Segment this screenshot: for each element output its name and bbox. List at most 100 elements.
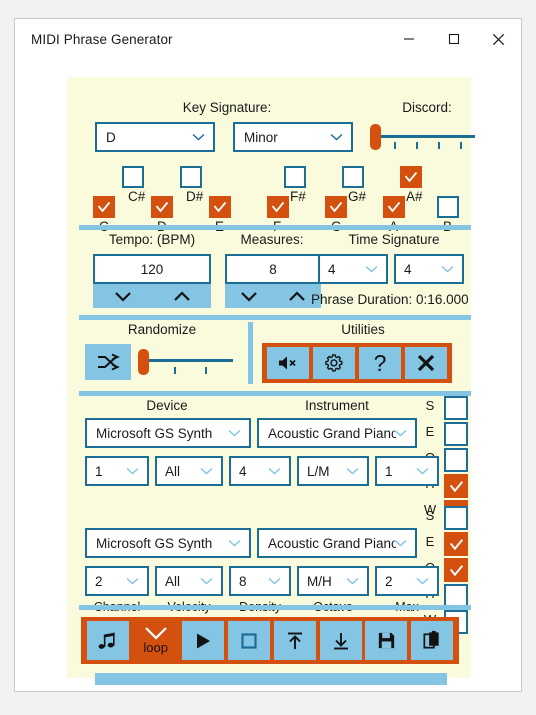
chevron-down-icon — [268, 577, 281, 585]
checkbox-box[interactable] — [400, 166, 422, 188]
track2-octave-dropdown[interactable]: M/H — [297, 566, 369, 596]
check-icon — [155, 201, 169, 213]
note-checkbox-a[interactable]: A — [383, 196, 405, 236]
checkbox-box[interactable] — [444, 474, 468, 498]
close-window-button[interactable] — [476, 19, 521, 59]
note-checkbox-g[interactable]: G — [325, 196, 347, 236]
key-mode-dropdown[interactable]: Minor — [233, 122, 353, 152]
note-checkbox-e[interactable]: E — [209, 196, 231, 236]
checkbox-box[interactable] — [444, 422, 468, 446]
key-root-dropdown[interactable]: D — [95, 122, 215, 152]
track1-max-dropdown[interactable]: 1 — [375, 456, 439, 486]
track2-device-dropdown[interactable]: Microsoft GS Synth — [85, 528, 251, 558]
measures-value[interactable]: 8 — [225, 254, 321, 284]
note-checkbox-d-sharp[interactable]: D# — [180, 166, 203, 206]
chevron-down-icon — [394, 429, 407, 437]
measures-stepper[interactable]: 8 — [225, 254, 321, 308]
minimize-button[interactable] — [386, 19, 431, 59]
checkbox-box[interactable] — [444, 532, 468, 556]
track2-channel-dropdown[interactable]: 2 — [85, 566, 149, 596]
utility-close-button[interactable] — [405, 347, 447, 379]
settings-button[interactable] — [313, 347, 355, 379]
track2-density-dropdown[interactable]: 8 — [229, 566, 291, 596]
checkbox-box[interactable] — [444, 448, 468, 472]
notes-button[interactable] — [87, 621, 129, 660]
time-signature-label: Time Signature — [348, 232, 440, 247]
tempo-stepper[interactable]: 120 — [93, 254, 211, 308]
maximize-button[interactable] — [431, 19, 476, 59]
randomize-slider-thumb[interactable] — [138, 349, 149, 375]
track1-velocity-dropdown[interactable]: All — [155, 456, 223, 486]
slider-tick — [460, 142, 462, 149]
download-icon — [333, 632, 348, 649]
note-checkbox-b[interactable]: B — [437, 196, 459, 236]
track1-octave-dropdown[interactable]: L/M — [297, 456, 369, 486]
track1-length-checkbox-s[interactable] — [444, 396, 468, 420]
checkbox-box[interactable] — [122, 166, 144, 188]
play-button[interactable] — [182, 621, 225, 660]
note-checkbox-d[interactable]: D — [151, 196, 173, 236]
track1-instrument-dropdown[interactable]: Acoustic Grand Piano — [257, 418, 417, 448]
discord-slider-thumb[interactable] — [370, 124, 381, 150]
track1-length-checkbox-h[interactable] — [444, 474, 468, 498]
mute-button[interactable] — [267, 347, 309, 379]
checkbox-box[interactable] — [342, 166, 364, 188]
checkbox-box[interactable] — [267, 196, 289, 218]
progress-bar — [95, 673, 447, 685]
randomize-slider[interactable] — [137, 344, 237, 380]
track2-max-dropdown[interactable]: 2 — [375, 566, 439, 596]
track1-max-value: 1 — [385, 463, 393, 479]
note-checkbox-f[interactable]: F — [267, 196, 289, 236]
stop-button[interactable] — [228, 621, 271, 660]
loop-toggle[interactable]: loop — [133, 621, 179, 660]
phrase-duration-text: Phrase Duration: 0:16.000 — [311, 292, 469, 307]
track2-velocity-dropdown[interactable]: All — [155, 566, 223, 596]
track1-density-dropdown[interactable]: 4 — [229, 456, 291, 486]
shuffle-button[interactable] — [85, 344, 131, 380]
checkbox-box[interactable] — [437, 196, 459, 218]
chevron-down-icon — [114, 291, 131, 302]
tempo-increment-button[interactable] — [152, 284, 211, 308]
track1-device-dropdown[interactable]: Microsoft GS Synth — [85, 418, 251, 448]
checkbox-box[interactable] — [444, 396, 468, 420]
time-signature-denominator-dropdown[interactable]: 4 — [394, 254, 464, 284]
track2-instrument-dropdown[interactable]: Acoustic Grand Piano — [257, 528, 417, 558]
discord-slider[interactable] — [369, 122, 477, 152]
checkbox-box[interactable] — [284, 166, 306, 188]
question-mark-icon: ? — [373, 349, 387, 376]
checkbox-box[interactable] — [444, 558, 468, 582]
checkbox-box[interactable] — [383, 196, 405, 218]
checkbox-box[interactable] — [93, 196, 115, 218]
import-button[interactable] — [319, 621, 362, 660]
save-button[interactable] — [365, 621, 408, 660]
checkbox-box[interactable] — [325, 196, 347, 218]
chevron-down-icon — [228, 539, 241, 547]
check-icon — [329, 201, 343, 213]
title-bar: MIDI Phrase Generator — [15, 19, 521, 59]
slider-tick — [438, 142, 440, 149]
export-button[interactable] — [273, 621, 316, 660]
checkbox-box[interactable] — [151, 196, 173, 218]
checkbox-box[interactable] — [180, 166, 202, 188]
track1-length-checkbox-e[interactable] — [444, 422, 468, 446]
section-divider — [79, 225, 471, 230]
note-checkbox-c[interactable]: C — [93, 196, 115, 236]
copy-button[interactable] — [410, 621, 453, 660]
track2-length-checkbox-e[interactable] — [444, 532, 468, 556]
stop-icon — [241, 632, 257, 649]
checkbox-box[interactable] — [209, 196, 231, 218]
tempo-value[interactable]: 120 — [93, 254, 211, 284]
track2-length-checkbox-q[interactable] — [444, 558, 468, 582]
track2-length-checkbox-s[interactable] — [444, 506, 468, 530]
checkbox-box[interactable] — [444, 506, 468, 530]
time-signature-numerator-dropdown[interactable]: 4 — [318, 254, 388, 284]
tempo-decrement-button[interactable] — [93, 284, 152, 308]
note-checkbox-c-sharp[interactable]: C# — [122, 166, 145, 206]
measures-decrement-button[interactable] — [225, 284, 273, 308]
help-button[interactable]: ? — [359, 347, 401, 379]
note-length-label-s: S — [425, 398, 435, 413]
chevron-down-icon — [268, 467, 281, 475]
discord-label: Discord: — [402, 100, 452, 115]
track1-length-checkbox-q[interactable] — [444, 448, 468, 472]
track1-channel-dropdown[interactable]: 1 — [85, 456, 149, 486]
